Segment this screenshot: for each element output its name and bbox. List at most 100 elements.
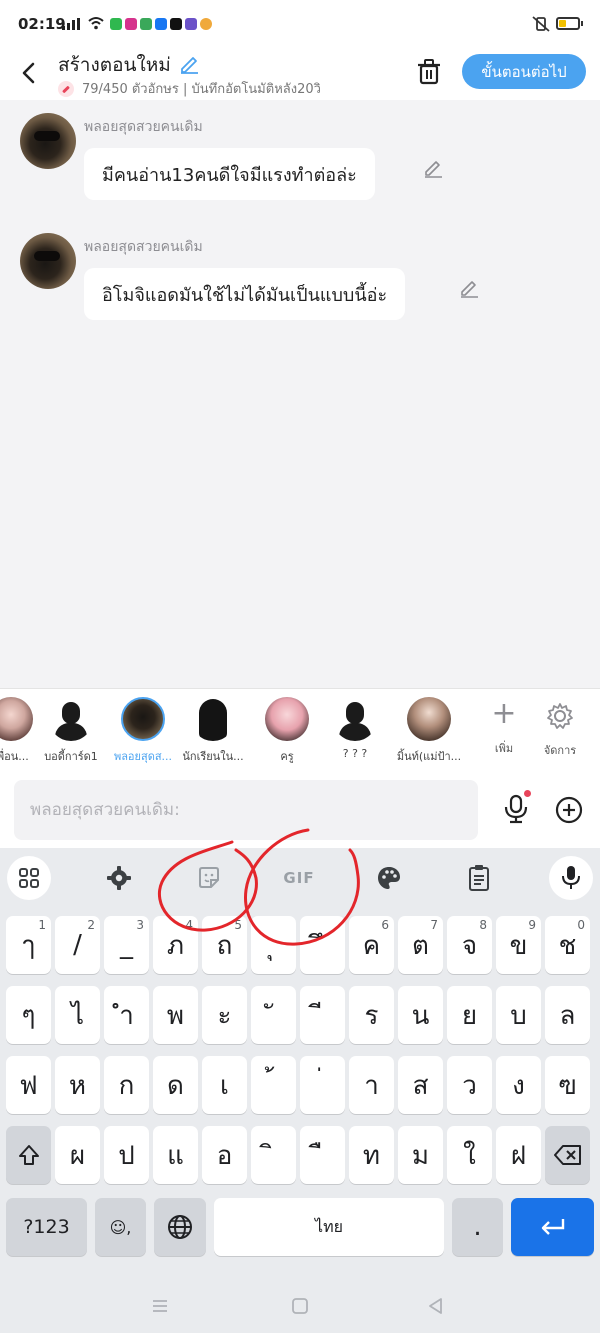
key[interactable]: ะ bbox=[202, 986, 247, 1044]
key-char: ภ bbox=[166, 930, 185, 961]
symbols-key[interactable]: ?123 bbox=[6, 1198, 87, 1256]
manage-characters-button[interactable]: จัดการ bbox=[530, 699, 590, 759]
key[interactable]: ผ bbox=[55, 1126, 100, 1184]
key[interactable]: ไ bbox=[55, 986, 100, 1044]
menu-icon[interactable] bbox=[150, 1296, 170, 1316]
shift-key[interactable] bbox=[6, 1126, 51, 1184]
character-item[interactable]: ครู bbox=[252, 697, 322, 765]
key[interactable]: น bbox=[398, 986, 443, 1044]
key[interactable]: ช0 bbox=[545, 916, 590, 974]
character-item[interactable]: พลอยสุดส... bbox=[108, 697, 178, 765]
key[interactable]: ฝ bbox=[496, 1126, 541, 1184]
key[interactable]: ย bbox=[447, 986, 492, 1044]
add-character-button[interactable]: + เพิ่ม bbox=[474, 699, 534, 757]
theme-button[interactable] bbox=[367, 856, 411, 900]
char-count-autosave: 79/450 ตัวอักษร | บันทึกอัตโนมัติหลัง20ว… bbox=[82, 82, 321, 97]
character-avatar bbox=[191, 697, 235, 741]
key[interactable]: เ bbox=[202, 1056, 247, 1114]
language-key[interactable] bbox=[154, 1198, 206, 1256]
key[interactable]: พ bbox=[153, 986, 198, 1044]
key[interactable]: ต7 bbox=[398, 916, 443, 974]
episode-meta: 79/450 ตัวอักษร | บันทึกอัตโนมัติหลัง20ว… bbox=[58, 78, 321, 99]
trash-icon[interactable] bbox=[416, 58, 442, 86]
edit-message-icon[interactable] bbox=[458, 277, 480, 299]
key[interactable]: ค6 bbox=[349, 916, 394, 974]
key[interactable]: ่ bbox=[300, 1056, 345, 1114]
apps-grid-button[interactable] bbox=[7, 856, 51, 900]
key[interactable]: ก bbox=[104, 1056, 149, 1114]
sticker-button[interactable] bbox=[187, 856, 231, 900]
key[interactable]: ว bbox=[447, 1056, 492, 1114]
key[interactable]: ข9 bbox=[496, 916, 541, 974]
edit-title-icon[interactable] bbox=[178, 52, 200, 74]
key[interactable]: ุ bbox=[251, 916, 296, 974]
key[interactable]: ส bbox=[398, 1056, 443, 1114]
character-name: บอดี้การ์ด1 bbox=[44, 750, 98, 763]
key[interactable]: ถ5 bbox=[202, 916, 247, 974]
key[interactable]: ห bbox=[55, 1056, 100, 1114]
key[interactable]: อ bbox=[202, 1126, 247, 1184]
voice-input-button[interactable] bbox=[549, 856, 593, 900]
key[interactable]: แ bbox=[153, 1126, 198, 1184]
battery-icon bbox=[556, 17, 583, 30]
key-char: ต bbox=[412, 930, 429, 961]
key[interactable]: /2 bbox=[55, 916, 100, 974]
back-arrow-icon[interactable] bbox=[16, 60, 42, 86]
backspace-key[interactable] bbox=[545, 1126, 590, 1184]
key[interactable]: ั bbox=[251, 986, 296, 1044]
enter-key[interactable] bbox=[511, 1198, 594, 1256]
key[interactable]: ท bbox=[349, 1126, 394, 1184]
message-input[interactable] bbox=[14, 780, 478, 840]
key[interactable]: า bbox=[349, 1056, 394, 1114]
period-key[interactable]: . bbox=[452, 1198, 503, 1256]
key[interactable]: ฃ bbox=[545, 1056, 590, 1114]
message-bubble[interactable]: มีคนอ่าน13คนดีใจมีแรงทำต่อล่ะ bbox=[84, 148, 375, 200]
key-hint: 3 bbox=[136, 918, 144, 932]
character-item[interactable]: มิ้นท์(แม่ป้า... bbox=[394, 697, 464, 765]
next-step-button[interactable]: ขั้นตอนต่อไป bbox=[462, 54, 586, 89]
key[interactable]: ร bbox=[349, 986, 394, 1044]
key[interactable]: ี bbox=[300, 986, 345, 1044]
character-avatar bbox=[407, 697, 451, 741]
key[interactable]: ำ bbox=[104, 986, 149, 1044]
palette-icon bbox=[378, 867, 400, 889]
message-bubble[interactable]: อิโมจิแอดมันใช้ไม่ได้มันเป็นแบบนี้อ่ะ bbox=[84, 268, 406, 320]
character-avatar bbox=[0, 697, 33, 741]
key[interactable]: _ 3 bbox=[104, 916, 149, 974]
back-icon[interactable] bbox=[426, 1296, 446, 1316]
clipboard-button[interactable] bbox=[457, 856, 501, 900]
character-item[interactable]: บอดี้การ์ด1 bbox=[36, 697, 106, 765]
key[interactable]: ฟ bbox=[6, 1056, 51, 1114]
gif-button[interactable]: GIF bbox=[277, 856, 321, 900]
key[interactable]: ๅ1 bbox=[6, 916, 51, 974]
key-hint: 0 bbox=[577, 918, 585, 932]
microphone-icon[interactable] bbox=[502, 794, 530, 824]
home-icon[interactable] bbox=[290, 1296, 310, 1316]
chat-area: พลอยสุดสวยคนเดิม มีคนอ่าน13คนดีใจมีแรงทำ… bbox=[0, 100, 600, 688]
key[interactable]: ิ bbox=[251, 1126, 296, 1184]
avatar[interactable] bbox=[20, 113, 76, 169]
avatar[interactable] bbox=[20, 233, 76, 289]
key[interactable]: ้ bbox=[251, 1056, 296, 1114]
globe-icon bbox=[168, 1215, 192, 1239]
key[interactable]: บ bbox=[496, 986, 541, 1044]
plus-icon: + bbox=[491, 696, 517, 731]
key[interactable]: ใ bbox=[447, 1126, 492, 1184]
character-item[interactable]: ? ? ? bbox=[320, 697, 390, 760]
key[interactable]: จ8 bbox=[447, 916, 492, 974]
key[interactable]: ล bbox=[545, 986, 590, 1044]
key[interactable]: ด bbox=[153, 1056, 198, 1114]
key[interactable]: ป bbox=[104, 1126, 149, 1184]
key[interactable]: ม bbox=[398, 1126, 443, 1184]
edit-message-icon[interactable] bbox=[422, 157, 444, 179]
key[interactable]: ๆ bbox=[6, 986, 51, 1044]
key[interactable]: ึ bbox=[300, 916, 345, 974]
key[interactable]: ื bbox=[300, 1126, 345, 1184]
add-circle-icon[interactable] bbox=[555, 796, 583, 824]
key[interactable]: ง bbox=[496, 1056, 541, 1114]
space-key[interactable]: ไทย bbox=[214, 1198, 444, 1256]
key[interactable]: ภ4 bbox=[153, 916, 198, 974]
emoji-comma-key[interactable]: ☺, bbox=[95, 1198, 146, 1256]
character-item[interactable]: นักเรียนใน... bbox=[178, 697, 248, 765]
keyboard-settings-button[interactable] bbox=[97, 856, 141, 900]
